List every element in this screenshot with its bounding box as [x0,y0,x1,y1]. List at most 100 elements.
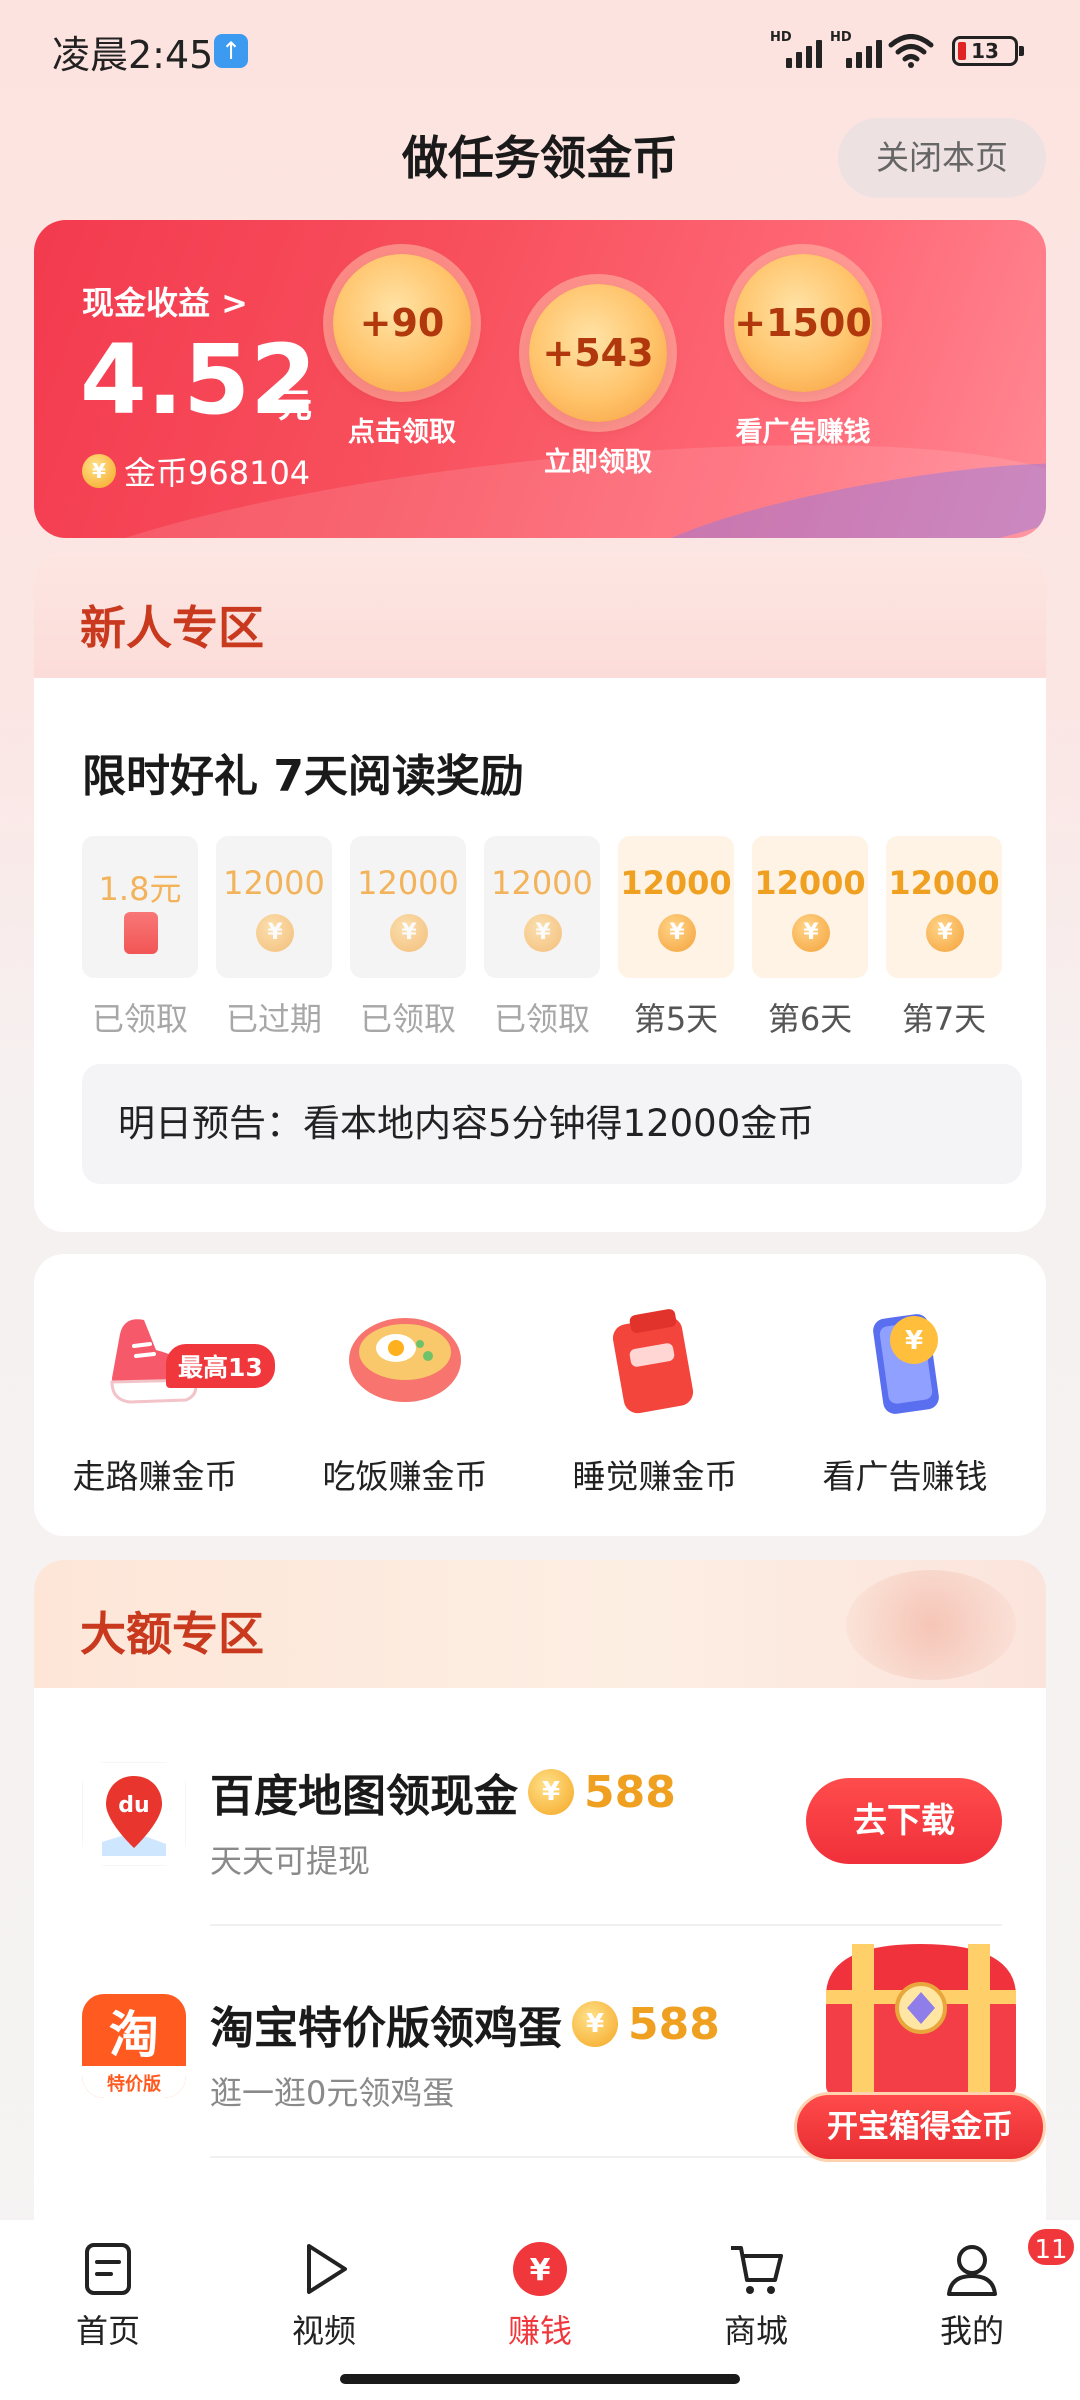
treasure-chest-label: 开宝箱得金币 [794,2092,1046,2162]
battery-icon: 13 [952,36,1024,66]
day-amount: 12000 [357,864,459,902]
coin-icon: ¥ [926,914,964,952]
status-bar: 凌晨2:45 ↑ HD HD 13 [0,0,1080,100]
coin-icon: ¥ [524,914,562,952]
day-reward-2[interactable]: 12000 ¥ 已过期 [216,836,332,1040]
reward-label: 看广告赚钱 [735,417,871,448]
coin-orb-icon: +543 [529,284,667,422]
coin-icon: ¥ [572,2001,618,2047]
status-time: 凌晨2:45 [52,33,214,77]
big-zone-title: 大额专区 [80,1607,264,1661]
day-reward-1[interactable]: 1.8元 已领取 [82,836,198,1040]
wifi-icon [888,34,934,68]
task-title: 百度地图领现金 ¥ 588 [210,1766,676,1823]
quick-tasks-card: 最高13 走路赚金币 吃饭赚金币 睡觉赚金币 ¥ 看广告赚钱 [34,1254,1046,1536]
task-reward: 588 [628,1998,720,2050]
newbie-zone-card: 新人专区 限时好礼 7天阅读奖励 1.8元 已领取 12000 ¥ 已过期 120… [34,552,1046,1232]
treasure-chest-widget[interactable]: 开宝箱得金币 [794,1936,1046,2176]
divider [210,1924,1002,1926]
quick-task-sleep[interactable]: 睡觉赚金币 [530,1294,780,1498]
day-reward-5[interactable]: 12000 ¥ 第5天 [618,836,734,1040]
newbie-zone-title: 新人专区 [80,601,264,655]
coin-icon: ¥ [658,914,696,952]
task-baidu-map[interactable]: du 百度地图领现金 ¥ 588 天天可提现 去下载 [82,1726,1002,1926]
day-reward-7[interactable]: 12000 ¥ 第7天 [886,836,1002,1040]
svg-text:du: du [118,1793,149,1818]
reward-bubble-1[interactable]: +90 点击领取 [302,254,502,449]
quick-task-walk[interactable]: 最高13 走路赚金币 [34,1294,280,1498]
reward-label: 立即领取 [544,447,652,478]
tab-label: 赚钱 [507,2312,572,2350]
svg-text:¥: ¥ [530,2253,551,2288]
reward-bubble-2[interactable]: +543 立即领取 [498,284,698,479]
cash-earnings-link[interactable]: 现金收益 > [82,278,248,324]
day-status: 已领取 [359,1000,456,1038]
svg-text:淘: 淘 [109,2006,159,2064]
reward-bubble-3[interactable]: +1500 看广告赚钱 [688,254,918,449]
baidu-map-app-icon: du [82,1762,186,1866]
tab-me[interactable]: 11 我的 [902,2226,1077,2352]
newbie-zone-subtitle: 限时好礼 7天阅读奖励 [82,751,524,802]
quick-task-meal[interactable]: 吃饭赚金币 [280,1294,530,1498]
tab-video[interactable]: 视频 [254,2240,394,2352]
day-amount: 1.8元 [98,870,182,908]
coin-icon: ¥ [390,914,428,952]
coin-icon: ¥ [82,454,116,488]
tab-label: 首页 [75,2312,140,2350]
day-reward-6[interactable]: 12000 ¥ 第6天 [752,836,868,1040]
quick-task-ads[interactable]: ¥ 看广告赚钱 [780,1294,1030,1498]
home-doc-icon [79,2240,137,2298]
coin-icon: ¥ [256,914,294,952]
decorative-illustration [846,1570,1016,1680]
svg-text:特价版: 特价版 [107,2073,161,2095]
close-page-button[interactable]: 关闭本页 [838,118,1046,198]
bottom-tab-bar: 首页 视频 ¥ 赚钱 商城 11 我的 [0,2220,1080,2400]
tab-label: 商城 [723,2312,788,2350]
task-description: 逛一逛0元领鸡蛋 [210,2074,455,2112]
day-status: 第5天 [633,1000,719,1038]
day-amount: 12000 [888,864,1000,902]
day-status: 已过期 [225,1000,322,1038]
home-indicator[interactable] [340,2374,740,2384]
alarm-clock-icon [590,1294,720,1424]
quick-task-label: 看广告赚钱 [822,1457,988,1496]
day-amount: 12000 [491,864,593,902]
day-amount: 12000 [223,864,325,902]
coin-orb-icon: +90 [333,254,471,392]
coin-orb-icon: +1500 [734,254,872,392]
day-amount: 12000 [754,864,866,902]
treasure-chest-icon [812,1936,1030,2106]
task-reward: 588 [584,1766,676,1818]
quick-task-label: 吃饭赚金币 [322,1457,488,1496]
notification-badge: 11 [1025,2226,1077,2268]
svg-text:¥: ¥ [905,1326,923,1356]
tab-mall[interactable]: 商城 [686,2240,826,2352]
tomorrow-notice: 明日预告：看本地内容5分钟得12000金币 [82,1064,1022,1184]
red-envelope-icon [124,912,158,954]
day-reward-3[interactable]: 12000 ¥ 已领取 [350,836,466,1040]
noodle-bowl-icon [340,1294,470,1424]
download-button[interactable]: 去下载 [806,1778,1002,1864]
day-status: 已领取 [493,1000,590,1038]
upload-arrow-icon: ↑ [214,34,248,68]
tab-earn[interactable]: ¥ 赚钱 [470,2240,610,2352]
user-icon: 11 [943,2226,1077,2298]
task-title: 淘宝特价版领鸡蛋 ¥ 588 [210,1998,720,2055]
tab-label: 视频 [291,2312,356,2350]
tab-label: 我的 [939,2312,1004,2350]
reward-label: 点击领取 [348,417,456,448]
yuan-coin-icon: ¥ [511,2240,569,2298]
coin-balance: ¥ 金币968104 [82,448,310,494]
phone-coin-icon: ¥ [840,1294,970,1424]
task-description: 天天可提现 [210,1842,371,1880]
play-icon [295,2240,353,2298]
shopping-cart-icon [727,2240,785,2298]
day-amount: 12000 [620,864,732,902]
coin-icon: ¥ [528,1769,574,1815]
coin-balance-label: 金币968104 [124,454,311,492]
cellular-signal-icon: HD [770,30,822,68]
tab-home[interactable]: 首页 [38,2240,178,2352]
earnings-banner: 现金收益 > 4.52 元 ¥ 金币968104 +90 点击领取 +543 立… [34,220,1046,538]
day-reward-4[interactable]: 12000 ¥ 已领取 [484,836,600,1040]
day-status: 已领取 [91,1000,188,1038]
